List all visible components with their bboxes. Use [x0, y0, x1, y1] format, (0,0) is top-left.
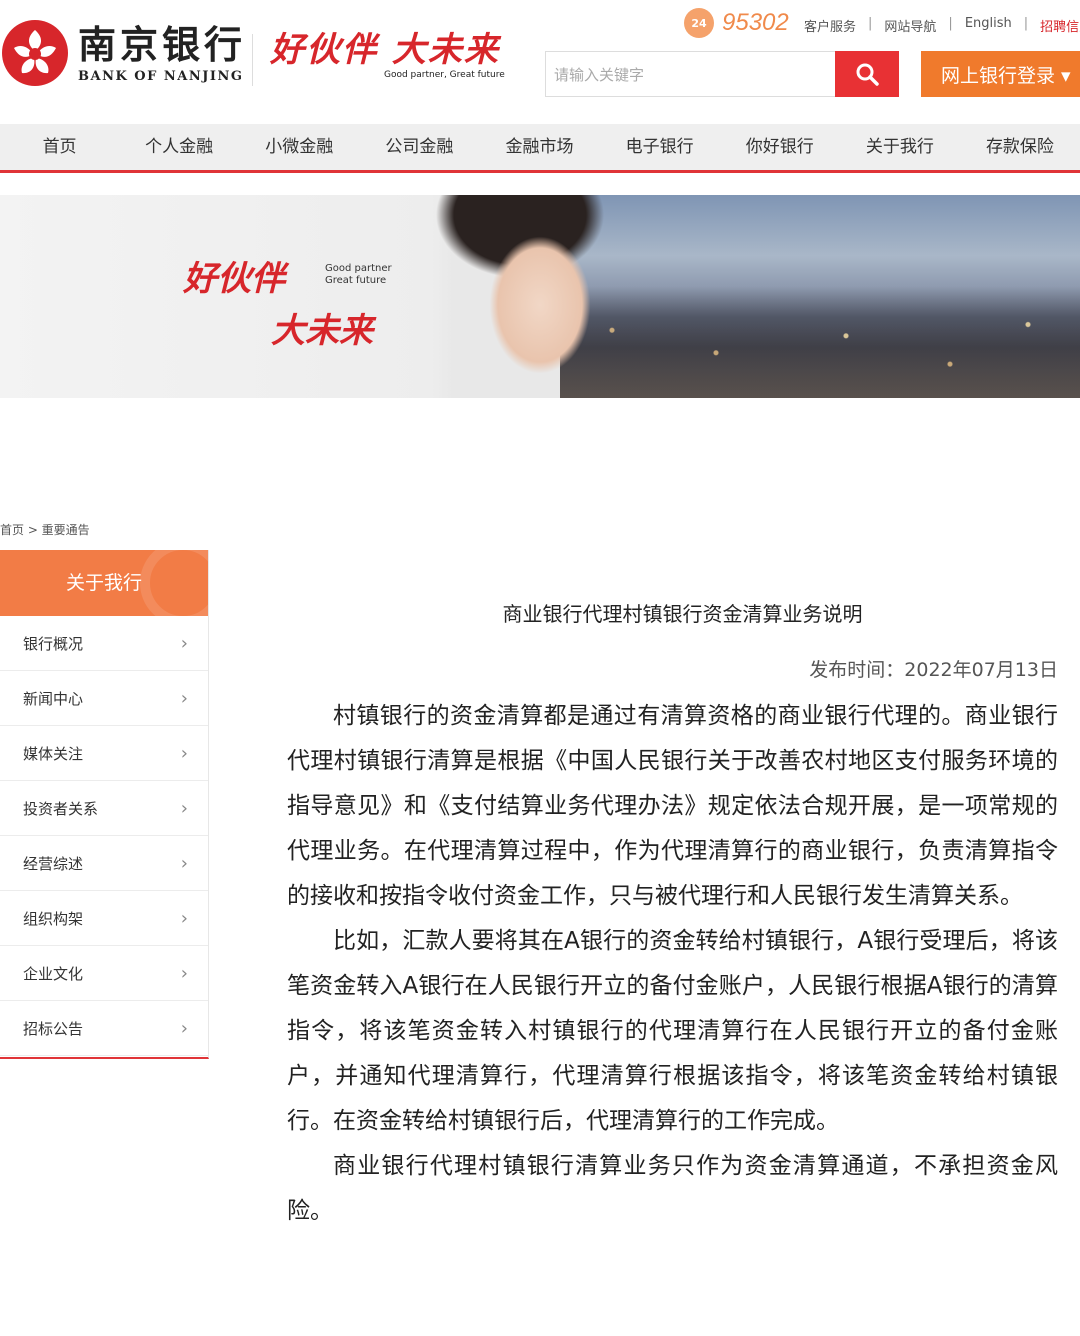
article-title: 商业银行代理村镇银行资金清算业务说明	[502, 602, 863, 626]
sidebar-title: 关于我行	[0, 550, 208, 616]
banner-en-line1: Good partner	[325, 263, 392, 274]
hotline: 24 95302	[684, 8, 789, 38]
slogan-cn: 好伙伴 大未来	[270, 30, 500, 70]
link-separator: |	[868, 16, 873, 31]
decorative-ring	[140, 550, 208, 616]
bank-logo-icon	[2, 20, 68, 86]
sidebar-item-culture[interactable]: 企业文化 ›	[0, 946, 208, 1001]
hotline-number: 95302	[722, 9, 789, 36]
article-paragraph: 比如，汇款人要将其在A银行的资金转给村镇银行，A银行受理后，将该笔资金转入A银行…	[287, 928, 1058, 1134]
slogan-en: Good partner, Great future	[384, 70, 505, 80]
sidebar-item-label: 媒体关注	[23, 744, 84, 763]
article-paragraph: 商业银行代理村镇银行清算业务只作为资金清算通道，不承担资金风险。	[287, 1153, 1058, 1224]
breadcrumb[interactable]: 首页 > 重要通告	[0, 521, 90, 538]
nav-e-banking[interactable]: 电子银行	[600, 124, 720, 170]
chevron-right-icon: ›	[180, 632, 188, 654]
nav-home[interactable]: 首页	[0, 124, 119, 170]
phone-24h-icon: 24	[684, 8, 714, 38]
header-divider	[252, 34, 253, 86]
banner-en-line2: Great future	[325, 275, 387, 286]
chevron-right-icon: ›	[180, 962, 188, 984]
top-links: 客户服务 | 网站导航 | English | 招聘信息	[804, 16, 1080, 35]
banner-portrait-image	[430, 195, 630, 398]
chevron-right-icon: ›	[180, 907, 188, 929]
nav-personal[interactable]: 个人金融	[119, 124, 239, 170]
sidebar-item-overview[interactable]: 银行概况 ›	[0, 616, 208, 671]
site-header: 南京银行 BANK OF NANJING 好伙伴 大未来 Good partne…	[0, 0, 1080, 124]
content-area: 商业银行代理村镇银行资金清算业务说明 发布时间：2022年07月13日 村镇银行…	[242, 548, 1080, 1336]
link-separator: |	[948, 16, 953, 31]
hero-banner: 好伙伴 大未来 Good partner Great future	[0, 195, 1080, 398]
sidebar-title-label: 关于我行	[65, 572, 142, 594]
bank-logo[interactable]: 南京银行 BANK OF NANJING	[0, 18, 246, 88]
sidebar-item-label: 经营综述	[23, 854, 84, 873]
header-slogan: 好伙伴 大未来 Good partner, Great future	[270, 22, 505, 80]
sidebar-item-investor-relations[interactable]: 投资者关系 ›	[0, 781, 208, 836]
nav-financial-markets[interactable]: 金融市场	[479, 124, 599, 170]
sidebar-item-label: 投资者关系	[23, 799, 99, 818]
sidebar-item-tender[interactable]: 招标公告 ›	[0, 1001, 208, 1056]
nav-corporate[interactable]: 公司金融	[359, 124, 479, 170]
sidebar: 关于我行 银行概况 › 新闻中心 › 媒体关注 › 投资者关系 › 经营综述 › 组织构架…	[0, 550, 209, 1059]
article-paragraph: 村镇银行的资金清算都是通过有清算资格的商业银行代理的。商业银行代理村镇银行清算是…	[287, 703, 1058, 909]
link-separator: |	[1023, 16, 1029, 31]
bank-name-en: BANK OF NANJING	[78, 68, 244, 84]
banner-slogan-line2: 大未来	[271, 311, 373, 351]
nav-deposit-insurance[interactable]: 存款保险	[960, 124, 1080, 170]
search-input[interactable]: 请输入关键字	[545, 51, 835, 97]
sidebar-item-label: 新闻中心	[23, 689, 84, 708]
sidebar-item-label: 企业文化	[23, 964, 84, 983]
banner-slogan-line1: 好伙伴	[183, 259, 285, 299]
sidebar-item-news[interactable]: 新闻中心 ›	[0, 671, 208, 726]
main-nav: 首页 个人金融 小微金融 公司金融 金融市场 电子银行 你好银行 关于我行 存款…	[0, 124, 1080, 173]
sidebar-item-operations[interactable]: 经营综述 ›	[0, 836, 208, 891]
publish-time: 发布时间：2022年07月13日	[809, 659, 1058, 681]
chevron-right-icon: ›	[180, 742, 188, 764]
bank-name-cn: 南京银行	[78, 21, 247, 67]
chevron-right-icon: ›	[180, 797, 188, 819]
search-button[interactable]	[835, 51, 899, 97]
online-banking-login-button[interactable]: 网上银行登录 ▾	[921, 51, 1080, 97]
recruitment-link[interactable]: 招聘信息	[1040, 16, 1080, 35]
sidebar-item-label: 银行概况	[23, 634, 84, 653]
chevron-right-icon: ›	[180, 1017, 188, 1039]
sidebar-item-label: 组织构架	[23, 909, 84, 928]
english-link[interactable]: English	[965, 16, 1012, 35]
nav-nihao-bank[interactable]: 你好银行	[720, 124, 840, 170]
article: 商业银行代理村镇银行资金清算业务说明 发布时间：2022年07月13日 村镇银行…	[242, 548, 1080, 1336]
sidebar-item-media[interactable]: 媒体关注 ›	[0, 726, 208, 781]
site-nav-link[interactable]: 网站导航	[884, 16, 936, 35]
customer-service-link[interactable]: 客户服务	[804, 16, 856, 35]
search-icon	[856, 63, 879, 86]
sidebar-item-organization[interactable]: 组织构架 ›	[0, 891, 208, 946]
sidebar-item-label: 招标公告	[23, 1019, 84, 1038]
chevron-right-icon: ›	[180, 852, 188, 874]
nav-small-business[interactable]: 小微金融	[239, 124, 359, 170]
chevron-right-icon: ›	[180, 687, 188, 709]
city-skyline-image	[560, 195, 1080, 398]
nav-about-us[interactable]: 关于我行	[840, 124, 960, 170]
banner-slogan-en: Good partner Great future	[325, 263, 392, 287]
